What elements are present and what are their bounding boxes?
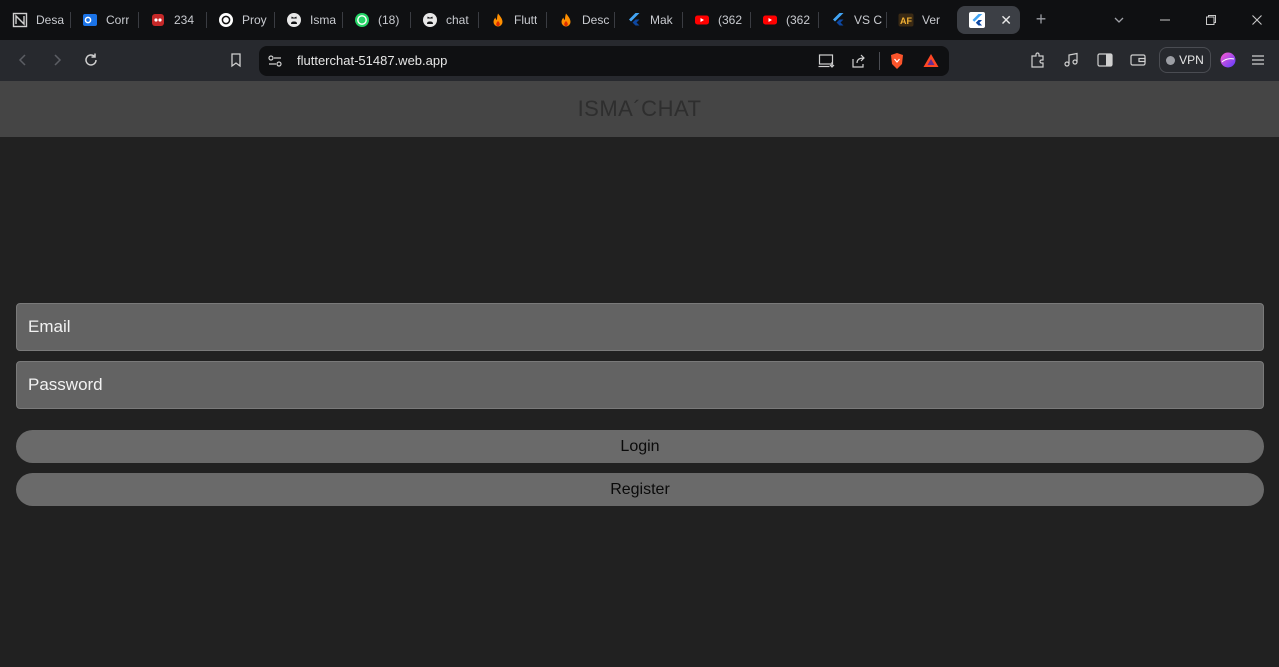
- restore-icon[interactable]: [1201, 10, 1221, 30]
- new-tab-button[interactable]: +: [1032, 8, 1050, 32]
- firebase-icon: [558, 12, 574, 28]
- vpn-button[interactable]: VPN: [1159, 47, 1211, 73]
- login-button[interactable]: Login: [16, 430, 1264, 463]
- flutter-icon: [626, 12, 642, 28]
- close-tab-icon[interactable]: ✕: [1000, 12, 1012, 29]
- url-text[interactable]: flutterchat-51487.web.app: [297, 53, 447, 68]
- app-icon: [150, 12, 166, 28]
- browser-tab[interactable]: Flutt: [478, 6, 546, 34]
- email-input[interactable]: [17, 304, 1263, 350]
- bookmark-icon[interactable]: [226, 50, 246, 70]
- browser-tab[interactable]: Desa: [0, 6, 68, 34]
- reload-icon[interactable]: [81, 50, 101, 70]
- browser-tab[interactable]: (362: [682, 6, 750, 34]
- browser-tab-active[interactable]: ✕: [957, 6, 1020, 34]
- outlook-icon: [82, 12, 98, 28]
- site-info-icon[interactable]: [267, 53, 283, 74]
- browser-tab[interactable]: chat: [410, 6, 478, 34]
- browser-toolbar: flutterchat-51487.web.app VPN: [0, 40, 1279, 81]
- browser-tab[interactable]: Corr: [70, 6, 138, 34]
- share-icon[interactable]: [851, 53, 867, 74]
- menu-icon[interactable]: [1248, 50, 1268, 70]
- register-button[interactable]: Register: [16, 473, 1264, 506]
- svg-text:AF: AF: [900, 16, 912, 26]
- extensions-icon[interactable]: [1028, 50, 1048, 70]
- browser-tab[interactable]: Desc: [546, 6, 614, 34]
- whatsapp-icon: [354, 12, 370, 28]
- browser-tab[interactable]: (362: [750, 6, 818, 34]
- notion-icon: [12, 12, 28, 28]
- browser-tab[interactable]: Proy: [206, 6, 274, 34]
- tab-search-icon[interactable]: [1109, 10, 1129, 30]
- github-icon: [422, 12, 438, 28]
- password-input[interactable]: [17, 362, 1263, 408]
- browser-tab-strip: Desa Corr 234 Proy Isma (18) chat Flutt …: [0, 0, 1279, 40]
- profile-avatar-icon[interactable]: [1218, 50, 1238, 70]
- media-icon[interactable]: [1061, 50, 1081, 70]
- close-window-icon[interactable]: [1247, 10, 1267, 30]
- browser-tab[interactable]: 234: [138, 6, 206, 34]
- forward-icon[interactable]: [47, 50, 67, 70]
- wallet-icon[interactable]: [1128, 50, 1148, 70]
- app-title: ISMA´CHAT: [577, 96, 702, 121]
- address-bar[interactable]: flutterchat-51487.web.app: [259, 46, 949, 76]
- vpn-label: VPN: [1179, 53, 1204, 67]
- github-icon: [286, 12, 302, 28]
- install-app-icon[interactable]: [818, 53, 836, 74]
- browser-tab[interactable]: Mak: [614, 6, 682, 34]
- brave-rewards-icon[interactable]: [922, 52, 940, 75]
- firebase-icon: [490, 12, 506, 28]
- email-field[interactable]: [16, 303, 1264, 351]
- minimize-icon[interactable]: [1155, 10, 1175, 30]
- browser-tab[interactable]: (18): [342, 6, 410, 34]
- sidebar-icon[interactable]: [1095, 50, 1115, 70]
- openai-icon: [218, 12, 234, 28]
- password-field[interactable]: [16, 361, 1264, 409]
- brave-shields-icon[interactable]: [888, 52, 906, 75]
- flutter-icon: [830, 12, 846, 28]
- af-icon: AF: [898, 12, 914, 28]
- browser-tab[interactable]: AF Ver: [886, 6, 954, 34]
- youtube-icon: [762, 12, 778, 28]
- youtube-icon: [694, 12, 710, 28]
- browser-tab[interactable]: VS C: [818, 6, 886, 34]
- vpn-status-icon: [1166, 55, 1176, 65]
- back-icon[interactable]: [13, 50, 33, 70]
- flutter-icon: [969, 12, 985, 28]
- app-bar: ISMA´CHAT: [0, 81, 1279, 137]
- browser-tab[interactable]: Isma: [274, 6, 342, 34]
